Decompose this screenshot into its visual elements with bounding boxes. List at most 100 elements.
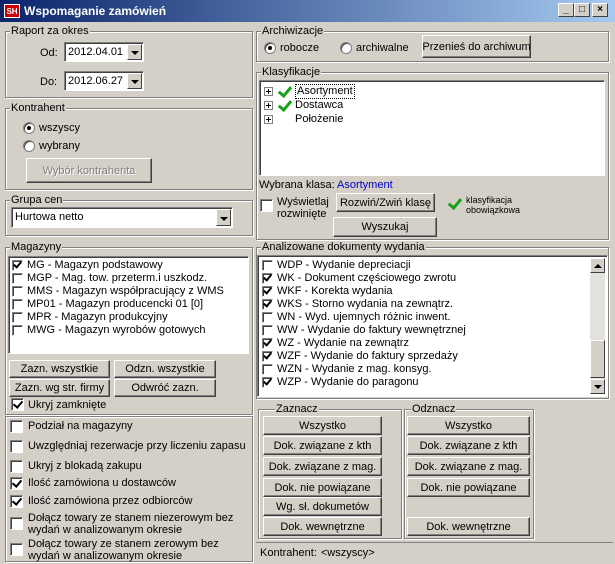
expand-icon[interactable] xyxy=(264,100,273,110)
checkbox-icon[interactable] xyxy=(262,260,273,271)
checkbox-icon[interactable] xyxy=(262,377,273,388)
scroll-up-icon[interactable] xyxy=(590,258,605,273)
do-date-field[interactable]: 2012.06.27 xyxy=(64,71,144,91)
scroll-thumb[interactable] xyxy=(590,340,605,378)
od-date-field[interactable]: 2012.04.01 xyxy=(64,42,144,62)
dokument-item[interactable]: WKS - Storno wydania na zewnątrz. xyxy=(262,298,603,311)
checkbox-icon[interactable] xyxy=(262,364,273,375)
checkbox-icon xyxy=(10,460,23,473)
magazyn-item[interactable]: MP01 - Magazyn producencki 01 [0] xyxy=(12,298,245,311)
zazn-wszystkie-button[interactable]: Zazn. wszystkie xyxy=(9,360,110,378)
zaznacz-button[interactable]: Dok. związane z mag. xyxy=(263,457,382,476)
checkbox-icon[interactable] xyxy=(262,299,273,310)
zaznacz-button[interactable]: Wszystko xyxy=(263,416,382,435)
dokument-item-label: WW - Wydanie do faktury wewnętrznej xyxy=(277,324,466,336)
dokument-item[interactable]: WDP - Wydanie depreciacji xyxy=(262,259,603,272)
magazyn-item-label: MPR - Magazyn produkcyjny xyxy=(27,311,168,323)
odznacz-button[interactable]: Dok. związane z kth xyxy=(407,436,530,455)
odznacz-button[interactable]: Dok. związane z mag. xyxy=(407,457,530,476)
dokument-item[interactable]: WZN - Wydanie z mag. konsyg. xyxy=(262,363,603,376)
odwroc-zazn-button[interactable]: Odwróć zazn. xyxy=(114,379,216,397)
checkbox-icon[interactable] xyxy=(12,299,23,310)
checkbox-icon[interactable] xyxy=(262,312,273,323)
dokumenty-scrollbar[interactable] xyxy=(590,258,605,394)
dokument-item[interactable]: WZ - Wydanie na zewnątrz xyxy=(262,337,603,350)
magazyn-item[interactable]: MPR - Magazyn produkcyjny xyxy=(12,311,245,324)
scroll-down-icon[interactable] xyxy=(590,379,605,394)
klasyfikacja-label: Położenie xyxy=(295,112,344,125)
wyszukaj-button[interactable]: Wyszukaj xyxy=(333,217,437,237)
dokument-item[interactable]: WKF - Korekta wydania xyxy=(262,285,603,298)
rozwin-zwin-button[interactable]: Rozwiń/Zwiń klasę xyxy=(336,193,435,212)
checkbox-icon[interactable] xyxy=(262,351,273,362)
klasyfikacja-node[interactable]: Dostawca xyxy=(264,98,600,112)
zaznacz-button[interactable]: Dok. wewnętrzne xyxy=(263,517,382,536)
do-dropdown-icon[interactable] xyxy=(127,73,142,89)
option-checkbox[interactable]: Podział na magazyny xyxy=(10,420,246,433)
wybor-kontrahenta-button[interactable]: Wybór kontrahenta xyxy=(26,158,152,183)
window-title: Wspomaganie zamówień xyxy=(24,4,167,18)
magazyn-item[interactable]: MG - Magazyn podstawowy xyxy=(12,259,245,272)
dokumenty-list[interactable]: WDP - Wydanie depreciacji WK - Dokument c… xyxy=(257,255,608,397)
dokument-item-label: WDP - Wydanie depreciacji xyxy=(277,259,411,271)
odznacz-button[interactable]: Wszystko xyxy=(407,416,530,435)
dokument-item[interactable]: WZP - Wydanie do paragonu xyxy=(262,376,603,389)
dokument-item[interactable]: WZF - Wydanie do faktury sprzedaży xyxy=(262,350,603,363)
odznacz-button[interactable]: Dok. wewnętrzne xyxy=(407,517,530,536)
checkbox-icon[interactable] xyxy=(12,273,23,284)
checkbox-icon[interactable] xyxy=(12,325,23,336)
option-checkbox[interactable]: Uwzględniaj rezerwacje przy liczeniu zap… xyxy=(10,440,246,453)
klasyfikacja-node[interactable]: Asortyment xyxy=(264,83,600,99)
dokument-item[interactable]: WK - Dokument częściowego zwrotu xyxy=(262,272,603,285)
od-date-value: 2012.04.01 xyxy=(68,46,124,58)
minimize-button[interactable]: _ xyxy=(558,3,574,17)
dokument-item[interactable]: WN - Wyd. ujemnych różnic inwent. xyxy=(262,311,603,324)
robocze-radio[interactable]: robocze xyxy=(264,42,319,54)
checkbox-icon[interactable] xyxy=(262,286,273,297)
option-checkbox[interactable]: Dołącz towary ze stanem niezerowym bez w… xyxy=(10,512,246,536)
klasyfikacja-node[interactable]: Położenie xyxy=(264,112,600,126)
zaznacz-button[interactable]: Dok. związane z kth xyxy=(263,436,382,455)
magazyn-item[interactable]: MGP - Mag. tow. przeterm.i uszkodz. xyxy=(12,272,245,285)
option-checkbox[interactable]: Ilość zamówiona u dostawców xyxy=(10,477,246,490)
checkbox-icon xyxy=(10,543,23,556)
odzn-wszystkie-button[interactable]: Odzn. wszystkie xyxy=(114,360,216,378)
wyswietlaj-checkbox[interactable]: Wyświetlaj rozwinięte xyxy=(260,196,337,220)
dokument-item-label: WZ - Wydanie na zewnątrz xyxy=(277,337,409,349)
checkbox-icon xyxy=(260,199,273,212)
zaznacz-button[interactable]: Wg. sł. dokumetów xyxy=(263,497,382,516)
kontrahent-all-radio[interactable]: wszyscy xyxy=(23,122,80,134)
option-checkbox[interactable]: Ilość zamówiona przez odbiorców xyxy=(10,495,246,508)
option-checkbox[interactable]: Ukryj z blokadą zakupu xyxy=(10,460,246,473)
magazyn-item[interactable]: MWG - Magazyn wyrobów gotowych xyxy=(12,324,245,337)
grupa-cen-dropdown-icon[interactable] xyxy=(216,209,231,226)
przenies-do-archiwum-button[interactable]: Przenieś do archiwum xyxy=(422,35,531,58)
close-button[interactable]: × xyxy=(592,3,608,17)
checkbox-icon[interactable] xyxy=(262,325,273,336)
raport-title: Raport za okres xyxy=(10,25,90,37)
od-dropdown-icon[interactable] xyxy=(127,44,142,60)
option-checkbox[interactable]: Dołącz towary ze stanem zerowym bez wyda… xyxy=(10,538,246,562)
magazyn-item-label: MG - Magazyn podstawowy xyxy=(27,259,163,271)
odznacz-button[interactable]: Dok. nie powiązane xyxy=(407,478,530,497)
dokument-item[interactable]: WW - Wydanie do faktury wewnętrznej xyxy=(262,324,603,337)
kontrahent-sel-radio[interactable]: wybrany xyxy=(23,140,80,152)
magazyny-list[interactable]: MG - Magazyn podstawowy MGP - Mag. tow. p… xyxy=(8,256,249,354)
option-label: Ilość zamówiona przez odbiorców xyxy=(28,495,193,507)
zazn-wg-firmy-button[interactable]: Zazn. wg str. firmy xyxy=(9,379,110,397)
expand-icon[interactable] xyxy=(264,86,273,96)
expand-icon[interactable] xyxy=(264,114,273,124)
klasyfikacje-tree[interactable]: Asortyment Dostawca Położenie xyxy=(259,80,605,176)
archiwalne-radio[interactable]: archiwalne xyxy=(340,42,409,54)
checkbox-icon[interactable] xyxy=(262,338,273,349)
grupa-cen-select[interactable]: Hurtowa netto xyxy=(11,207,233,228)
checkbox-icon[interactable] xyxy=(262,273,273,284)
ukryj-zamkniete-checkbox[interactable]: Ukryj zamknięte xyxy=(11,398,106,411)
dokument-item-label: WN - Wyd. ujemnych różnic inwent. xyxy=(277,311,451,323)
zaznacz-button[interactable]: Dok. nie powiązane xyxy=(263,478,382,497)
checkbox-icon[interactable] xyxy=(12,312,23,323)
magazyn-item[interactable]: MMS - Magazyn współpracujący z WMS xyxy=(12,285,245,298)
checkbox-icon[interactable] xyxy=(12,260,23,271)
checkbox-icon[interactable] xyxy=(12,286,23,297)
maximize-button[interactable]: □ xyxy=(574,3,590,17)
